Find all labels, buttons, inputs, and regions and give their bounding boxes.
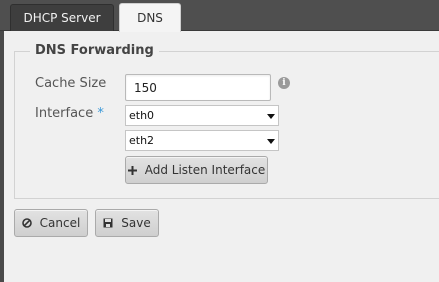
info-icon[interactable]: i [278,77,290,89]
section-title: DNS Forwarding [30,43,159,58]
tab-bar: DHCP Server DNS [0,0,439,32]
interface-label: Interface * [35,106,104,121]
plus-icon [127,165,137,175]
tab-dns[interactable]: DNS [119,3,181,32]
cache-size-label: Cache Size [35,76,107,91]
cache-size-input[interactable] [125,74,271,101]
required-marker: * [97,106,104,121]
save-button[interactable]: Save [95,209,159,237]
add-listen-interface-button[interactable]: Add Listen Interface [125,156,268,184]
chevron-down-icon [267,114,275,119]
cancel-button[interactable]: Cancel [14,209,88,237]
interface-select-1[interactable]: eth0 [125,105,279,126]
interface-select-1-value: eth0 [129,109,155,122]
window-edge [0,0,4,282]
save-label: Save [121,216,151,230]
chevron-down-icon [267,139,275,144]
interface-label-text: Interface [35,106,94,121]
tab-dhcp-server[interactable]: DHCP Server [10,4,114,31]
interface-select-2[interactable]: eth2 [125,130,279,151]
cancel-label: Cancel [39,216,81,230]
interface-select-2-value: eth2 [129,134,155,147]
add-listen-interface-label: Add Listen Interface [144,163,266,177]
floppy-disk-icon [103,218,113,228]
ban-icon [21,218,32,228]
